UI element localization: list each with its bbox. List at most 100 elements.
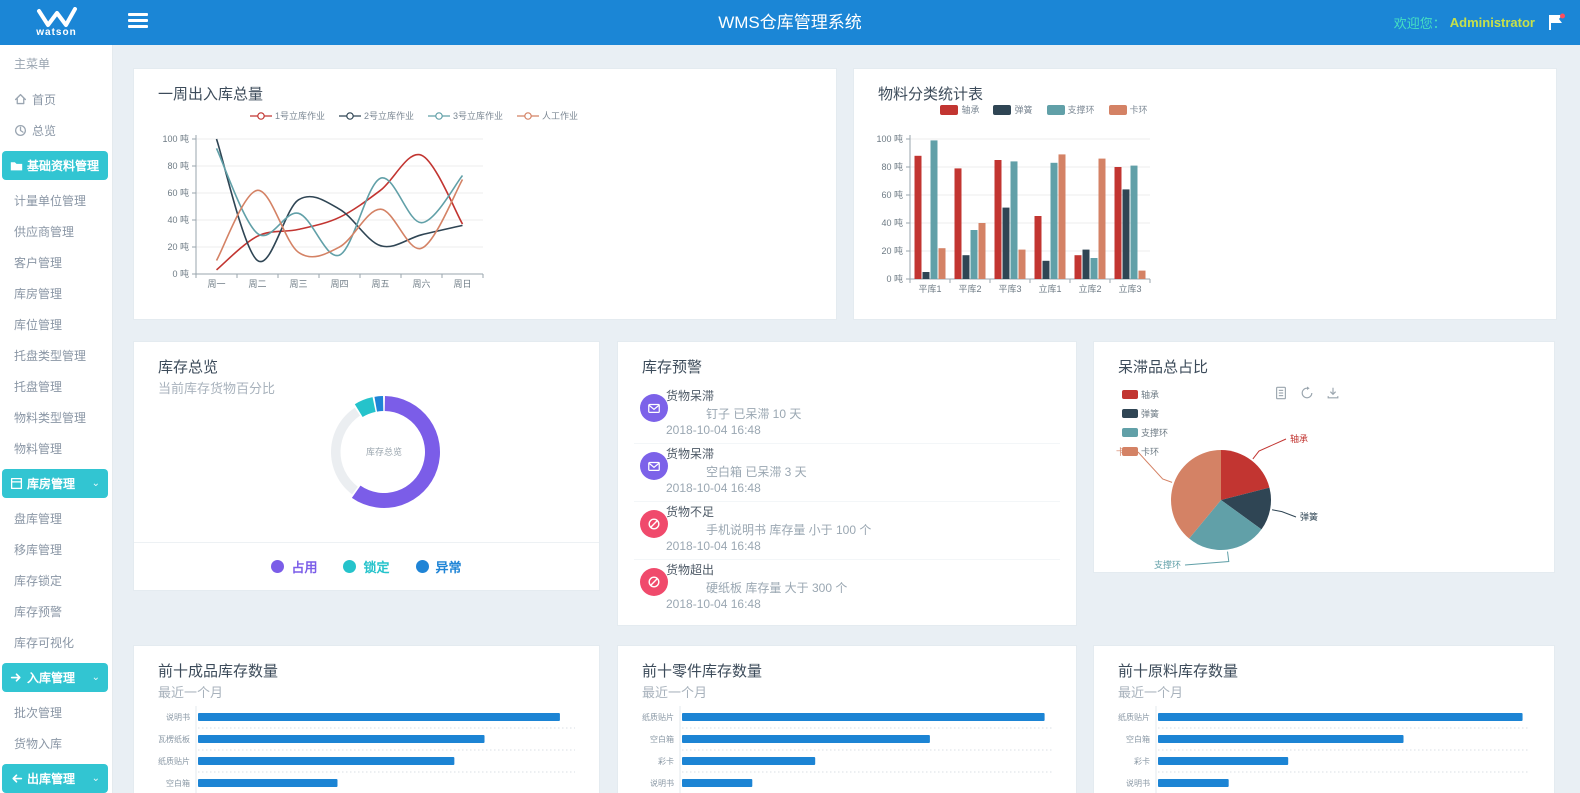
legend-item-弹簧[interactable]: 弹簧 bbox=[993, 103, 1032, 116]
arrow-right-icon bbox=[10, 671, 23, 684]
username[interactable]: Administrator bbox=[1450, 15, 1535, 30]
sidebar-item-0[interactable]: 首页 bbox=[0, 84, 112, 115]
legend-item-支撑环[interactable]: 支撑环 bbox=[1047, 103, 1095, 116]
sidebar-menu: 首页总览基础资料管理计量单位管理供应商管理客户管理库房管理库位管理托盘类型管理托… bbox=[0, 78, 112, 793]
sidebar-item-label: 基础资料管理 bbox=[27, 157, 99, 174]
svg-text:立库1: 立库1 bbox=[1038, 283, 1061, 294]
svg-text:平库3: 平库3 bbox=[998, 283, 1021, 294]
sidebar-item-16[interactable]: 库存预警 bbox=[0, 596, 112, 627]
sidebar: 主菜单 首页总览基础资料管理计量单位管理供应商管理客户管理库房管理库位管理托盘类… bbox=[0, 45, 113, 793]
sidebar-item-label: 批次管理 bbox=[14, 704, 62, 721]
sidebar-item-6[interactable]: 库房管理 bbox=[0, 278, 112, 309]
legend-label: 3号立库作业 bbox=[453, 109, 503, 122]
sidebar-item-label: 库存预警 bbox=[14, 603, 62, 620]
card-inventory-overview: 库存总览 当前库存货物百分比 库存总览占用锁定异常 bbox=[133, 341, 600, 591]
svg-text:纸质贴片: 纸质贴片 bbox=[1118, 712, 1150, 722]
svg-text:库存总览: 库存总览 bbox=[366, 446, 402, 457]
sidebar-item-15[interactable]: 库存锁定 bbox=[0, 565, 112, 596]
line-legend-mark bbox=[517, 111, 539, 121]
alert-timestamp: 2018-10-04 16:48 bbox=[666, 481, 761, 495]
bar-legend-mark bbox=[940, 105, 958, 115]
svg-text:彩卡: 彩卡 bbox=[1134, 756, 1150, 766]
ban-icon bbox=[647, 575, 661, 589]
legend-item-卡环[interactable]: 卡环 bbox=[1109, 103, 1148, 116]
sidebar-item-label: 物料类型管理 bbox=[14, 409, 86, 426]
inventory-donut-chart: 库存总览占用 锁定 异常 bbox=[134, 342, 599, 590]
line-legend-mark bbox=[339, 111, 361, 121]
svg-text:说明书: 说明书 bbox=[166, 712, 190, 722]
alert-item-1[interactable]: 货物呆滞空白箱 已呆滞 3 天2018-10-04 16:48 bbox=[618, 444, 1076, 502]
legend-item-异常[interactable]: 异常 bbox=[416, 557, 462, 576]
sidebar-item-10[interactable]: 物料类型管理 bbox=[0, 402, 112, 433]
legend-item-1号立库作业[interactable]: 1号立库作业 bbox=[250, 109, 325, 122]
sidebar-group-18[interactable]: 入库管理⌄ bbox=[2, 663, 108, 692]
svg-text:立库3: 立库3 bbox=[1118, 283, 1141, 294]
sidebar-item-1[interactable]: 总览 bbox=[0, 115, 112, 146]
legend-item-2号立库作业[interactable]: 2号立库作业 bbox=[339, 109, 414, 122]
svg-text:60 吨: 60 吨 bbox=[167, 187, 189, 198]
alert-item-3[interactable]: 货物超出硬纸板 库存量 大于 300 个2018-10-04 16:48 bbox=[618, 560, 1076, 618]
sidebar-item-14[interactable]: 移库管理 bbox=[0, 534, 112, 565]
alert-item-0[interactable]: 货物呆滞钉子 已呆滞 10 天2018-10-04 16:48 bbox=[618, 386, 1076, 444]
svg-text:40 吨: 40 吨 bbox=[881, 217, 903, 228]
sidebar-group-2[interactable]: 基础资料管理 bbox=[2, 151, 108, 180]
chart-legend[interactable]: 轴承 弹簧 支撑环 卡环 bbox=[894, 103, 1194, 116]
svg-text:支撑环: 支撑环 bbox=[1154, 559, 1181, 570]
top-header-bar: watson WMS仓库管理系统 欢迎您： Administrator bbox=[0, 0, 1580, 45]
alert-title: 货物呆滞 bbox=[666, 387, 714, 404]
legend-item-3号立库作业[interactable]: 3号立库作业 bbox=[428, 109, 503, 122]
sidebar-item-8[interactable]: 托盘类型管理 bbox=[0, 340, 112, 371]
welcome-label: 欢迎您： bbox=[1394, 13, 1446, 32]
svg-text:轴承: 轴承 bbox=[1290, 433, 1308, 444]
legend-label: 锁定 bbox=[363, 557, 389, 576]
alert-item-2[interactable]: 货物不足手机说明书 库存量 小于 100 个2018-10-04 16:48 bbox=[618, 502, 1076, 560]
line-legend-mark bbox=[250, 111, 272, 121]
sidebar-item-label: 客户管理 bbox=[14, 254, 62, 271]
legend-item-锁定[interactable]: 锁定 bbox=[343, 557, 389, 576]
sidebar-item-7[interactable]: 库位管理 bbox=[0, 309, 112, 340]
legend-item-轴承[interactable]: 轴承 bbox=[940, 103, 979, 116]
legend-label: 1号立库作业 bbox=[275, 109, 325, 122]
sidebar-item-17[interactable]: 库存可视化 bbox=[0, 627, 112, 658]
sidebar-item-3[interactable]: 计量单位管理 bbox=[0, 185, 112, 216]
bar-legend-mark bbox=[993, 105, 1011, 115]
alert-description: 空白箱 已呆滞 3 天 bbox=[706, 463, 807, 480]
sidebar-group-21[interactable]: 出库管理⌄ bbox=[2, 764, 108, 793]
sidebar-group-12[interactable]: 库房管理⌄ bbox=[2, 469, 108, 498]
hbar-chart-svg: 纸质贴片空白箱彩卡说明书 bbox=[618, 704, 1078, 793]
sidebar-item-19[interactable]: 批次管理 bbox=[0, 697, 112, 728]
sidebar-item-13[interactable]: 盘库管理 bbox=[0, 503, 112, 534]
overview-icon bbox=[14, 124, 27, 137]
legend-label: 占用 bbox=[291, 557, 317, 576]
sidebar-item-11[interactable]: 物料管理 bbox=[0, 433, 112, 464]
alert-icon-wrap bbox=[640, 510, 668, 538]
alert-icon-wrap bbox=[640, 452, 668, 480]
sidebar-item-label: 物料管理 bbox=[14, 440, 62, 457]
chart-legend[interactable]: 1号立库作业 2号立库作业 3号立库作业 人工作业 bbox=[174, 109, 654, 122]
notification-flag-icon[interactable] bbox=[1546, 13, 1566, 31]
bar-legend-mark bbox=[1109, 105, 1127, 115]
sidebar-item-label: 库存锁定 bbox=[14, 572, 62, 589]
svg-text:周六: 周六 bbox=[412, 278, 430, 289]
legend-item-占用[interactable]: 占用 bbox=[271, 557, 317, 576]
alert-title: 货物不足 bbox=[666, 503, 714, 520]
warehouse-icon bbox=[10, 477, 23, 490]
sidebar-item-9[interactable]: 托盘管理 bbox=[0, 371, 112, 402]
sidebar-item-label: 供应商管理 bbox=[14, 223, 74, 240]
svg-text:卡环: 卡环 bbox=[1116, 446, 1134, 457]
legend-item-人工作业[interactable]: 人工作业 bbox=[517, 109, 578, 122]
svg-text:空白箱: 空白箱 bbox=[166, 778, 190, 788]
sidebar-item-4[interactable]: 供应商管理 bbox=[0, 216, 112, 247]
folder-icon bbox=[10, 159, 23, 172]
sidebar-item-20[interactable]: 货物入库 bbox=[0, 728, 112, 759]
user-welcome: 欢迎您： Administrator bbox=[1394, 0, 1535, 45]
sidebar-item-5[interactable]: 客户管理 bbox=[0, 247, 112, 278]
svg-text:立库2: 立库2 bbox=[1078, 283, 1101, 294]
donut-legend[interactable]: 占用 锁定 异常 bbox=[134, 542, 599, 590]
svg-text:40 吨: 40 吨 bbox=[167, 214, 189, 225]
legend-label: 卡环 bbox=[1130, 103, 1148, 116]
svg-text:纸质贴片: 纸质贴片 bbox=[158, 756, 190, 766]
ban-icon bbox=[647, 517, 661, 531]
legend-label: 2号立库作业 bbox=[364, 109, 414, 122]
sidebar-item-label: 库位管理 bbox=[14, 316, 62, 333]
